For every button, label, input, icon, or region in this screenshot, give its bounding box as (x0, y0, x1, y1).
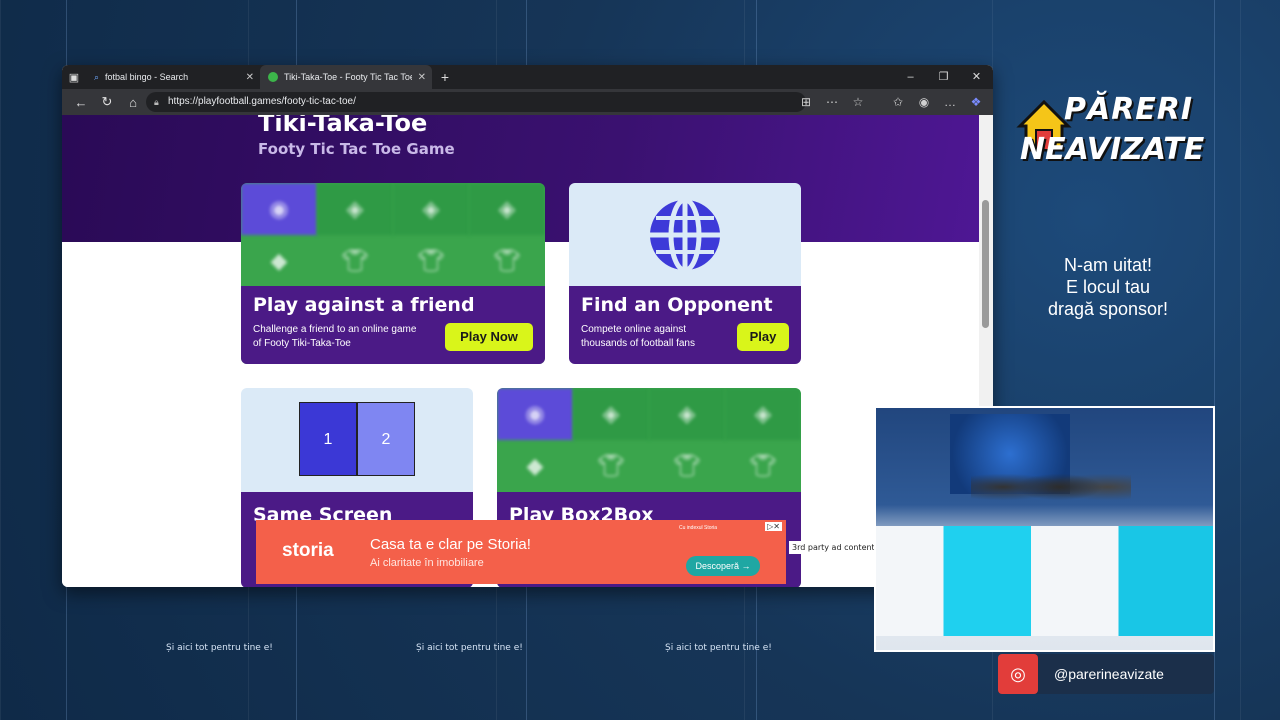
card-title: Play against a friend (253, 294, 475, 316)
club-crest-icon: ◆ (526, 453, 544, 478)
profile-avatar-icon[interactable]: ◉ (915, 95, 933, 109)
jersey-icon: 👕︎ (417, 248, 445, 273)
club-crest-icon: ◈ (393, 183, 469, 235)
tab-label: fotbal bingo - Search (105, 72, 189, 82)
club-crest-icon: ◈ (469, 183, 545, 235)
ad-logo: storia (282, 540, 334, 561)
card-play-friend[interactable]: ◉ ◈ ◈ ◈ ◆ 👕︎ 👕︎ 👕︎ Play against a friend… (241, 183, 545, 364)
toolbar-icons: ⊞ ⋯ ☆ ✩ ◉ … ❖ (797, 89, 985, 115)
tab-bar: ▣ ⌕ fotbal bingo - Search ✕ Tiki-Taka-To… (62, 65, 993, 89)
card-title: Find an Opponent (581, 294, 773, 316)
card-desc: thousands of football fans (581, 338, 695, 349)
back-icon[interactable]: ← (68, 95, 94, 110)
home-icon[interactable]: ⌂ (120, 95, 146, 110)
player-one-square: 1 (299, 402, 357, 476)
close-icon[interactable]: ✕ (418, 72, 426, 83)
favorites-icon[interactable]: ✩ (889, 95, 907, 109)
card-find-opponent[interactable]: Find an Opponent Compete online against … (569, 183, 801, 364)
browser-window: ▣ ⌕ fotbal bingo - Search ✕ Tiki-Taka-To… (62, 65, 993, 587)
lock-icon: 🔒︎ (154, 97, 159, 107)
sponsor-line: N-am uitat! (1063, 255, 1153, 275)
league-logo-icon: ◉ (497, 388, 573, 440)
ad-discover-button[interactable]: Descoperă → (686, 556, 760, 576)
ad-subtext: Ai claritate în imobiliare (370, 557, 484, 569)
copilot-icon[interactable]: ❖ (967, 95, 985, 109)
jersey-icon: 👕︎ (749, 453, 777, 478)
close-icon[interactable]: ✕ (246, 72, 254, 83)
instagram-handle: @parerineavizate (1054, 666, 1164, 682)
play-now-button[interactable]: Play Now (445, 323, 533, 351)
footer-text: Și aici tot pentru tine e! (416, 643, 523, 653)
web-page: Tiki-Taka-Toe Footy Tic Tac Toe Game ◉ ◈… (62, 115, 979, 587)
card-footer: Find an Opponent Compete online against … (569, 286, 801, 364)
ad-headline: Casa ta e clar pe Storia! (370, 536, 531, 553)
brand-word-1: PĂRERI (1064, 92, 1194, 127)
league-logo-icon: ◉ (241, 183, 317, 235)
club-crest-icon: ◆ (270, 248, 288, 273)
url-text: https://playfootball.games/footy-tic-tac… (168, 96, 356, 107)
page-subtitle: Footy Tic Tac Toe Game (258, 140, 455, 158)
jersey-icon: 👕︎ (493, 248, 521, 273)
tab-tiki-taka-toe[interactable]: Tiki-Taka-Toe - Footy Tic Tac Toe G ✕ (260, 65, 432, 89)
studio-desk (876, 526, 1213, 636)
sponsor-line: dragă sponsor! (1047, 299, 1169, 319)
club-crest-icon: ◈ (317, 183, 393, 235)
settings-more-icon[interactable]: … (941, 95, 959, 109)
brand-word-2: NEAVIZATE (1020, 132, 1205, 167)
club-crest-icon: ◈ (573, 388, 649, 440)
brand-logo: PĂRERI NEAVIZATE (1014, 92, 1204, 184)
tab-actions-icon[interactable]: ▣ (62, 71, 86, 84)
ad-label: 3rd party ad content (789, 541, 878, 554)
instagram-badge: ◎ @parerineavizate (998, 654, 1214, 694)
card-desc: Challenge a friend to an online game (253, 324, 417, 335)
footer-text: Și aici tot pentru tine e! (166, 643, 273, 653)
card-footer: Play against a friend Challenge a friend… (241, 286, 545, 364)
instagram-icon: ◎ (998, 654, 1038, 694)
jersey-icon: 👕︎ (597, 453, 625, 478)
footer-text: Și aici tot pentru tine e! (665, 643, 772, 653)
webcam-feed (874, 406, 1215, 652)
ad-small-text: Cu indexul Storia (679, 525, 718, 531)
apps-icon[interactable]: ⊞ (797, 95, 815, 109)
url-field[interactable]: 🔒︎ https://playfootball.games/footy-tic-… (146, 92, 806, 112)
search-icon: ⌕ (94, 71, 100, 82)
tab-search[interactable]: ⌕ fotbal bingo - Search ✕ (86, 65, 260, 89)
ad-close-icon[interactable]: ▷✕ (765, 522, 782, 531)
favorite-star-icon[interactable]: ☆ (849, 95, 867, 109)
close-window-icon[interactable]: ✕ (960, 65, 993, 89)
card-desc: of Footy Tiki-Taka-Toe (253, 338, 351, 349)
globe-icon (650, 197, 720, 273)
sponsor-line: E locul tau (1065, 277, 1151, 297)
card-desc: Compete online against (581, 324, 687, 335)
window-controls: – ❐ ✕ (894, 65, 993, 89)
address-bar-row: ← ↻ ⌂ 🔒︎ https://playfootball.games/foot… (62, 89, 993, 115)
player-two-square: 2 (357, 402, 415, 476)
jersey-icon: 👕︎ (673, 453, 701, 478)
page-title: Tiki-Taka-Toe (258, 115, 428, 137)
refresh-icon[interactable]: ↻ (94, 94, 120, 110)
more-icon[interactable]: ⋯ (823, 95, 841, 109)
sponsor-message: N-am uitat! E locul tau dragă sponsor! (1020, 254, 1196, 320)
jersey-icon: 👕︎ (341, 248, 369, 273)
ad-banner[interactable]: storia Casa ta e clar pe Storia! Ai clar… (256, 520, 786, 584)
club-crest-icon: ◈ (649, 388, 725, 440)
scrollbar-thumb[interactable] (982, 200, 989, 328)
play-button[interactable]: Play (737, 323, 789, 351)
tab-label: Tiki-Taka-Toe - Footy Tic Tac Toe G (284, 72, 412, 82)
club-crest-icon: ◈ (725, 388, 801, 440)
minimize-icon[interactable]: – (894, 65, 927, 89)
maximize-icon[interactable]: ❐ (927, 65, 960, 89)
studio-people (971, 460, 1131, 514)
new-tab-icon[interactable]: + (432, 69, 458, 85)
favicon-icon (268, 72, 278, 82)
